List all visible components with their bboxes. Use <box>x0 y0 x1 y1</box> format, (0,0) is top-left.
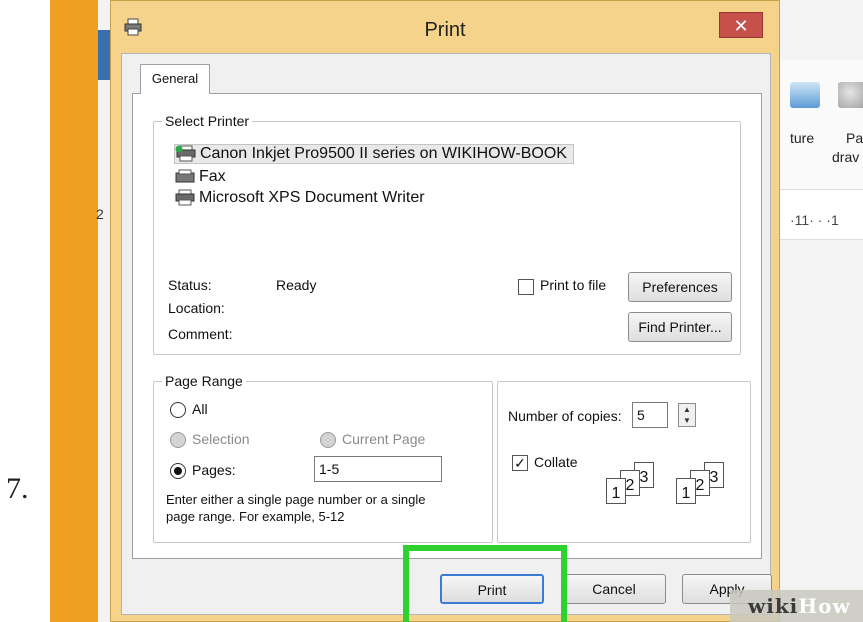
collate-page-1: 1 <box>676 478 696 504</box>
copies-spinner[interactable]: ▲ ▼ <box>678 403 696 427</box>
radio-current-page[interactable] <box>320 432 336 448</box>
collate-icon-set-1: 3 2 1 <box>606 462 666 512</box>
radio-all[interactable] <box>170 402 186 418</box>
network-printer-icon <box>175 145 196 162</box>
radio-current-page-label: Current Page <box>342 431 426 447</box>
step-number: 7. <box>6 472 29 505</box>
radio-selection-label: Selection <box>192 431 250 447</box>
printer-item-xps[interactable]: Microsoft XPS Document Writer <box>174 189 425 207</box>
ribbon-label-picture: ture <box>790 130 815 146</box>
page-range-group: Page Range All Selection Current Page Pa… <box>153 373 493 543</box>
dialog-title: Print <box>424 19 466 41</box>
status-label: Status: <box>168 277 212 293</box>
print-dialog: Print ✕ General Select Printer Canon Ink… <box>110 0 780 622</box>
ribbon-label-paint: Pai <box>846 130 863 146</box>
radio-pages[interactable] <box>170 463 186 479</box>
wikihow-watermark: wikiHow <box>730 590 863 622</box>
title-bar[interactable]: Print ✕ <box>111 9 779 51</box>
comment-label: Comment: <box>168 326 233 342</box>
select-printer-group: Select Printer Canon Inkjet Pro9500 II s… <box>153 113 741 355</box>
radio-selected-dot <box>174 467 182 475</box>
close-button[interactable]: ✕ <box>719 12 763 38</box>
pages-input[interactable]: 1-5 <box>314 456 442 482</box>
ruler-text: ·11· · ·1 <box>790 212 839 228</box>
printer-name-xps: Microsoft XPS Document Writer <box>199 189 425 206</box>
cancel-button[interactable]: Cancel <box>562 574 666 604</box>
select-printer-title: Select Printer <box>162 113 253 129</box>
radio-selection[interactable] <box>170 432 186 448</box>
copies-input[interactable]: 5 <box>632 402 668 428</box>
tab-general[interactable]: General <box>140 64 210 94</box>
paint-icon[interactable] <box>838 82 863 108</box>
background-toolbar-strip <box>98 30 110 80</box>
collate-checkbox[interactable]: ✓ <box>512 455 528 471</box>
ribbon-label-paint-2: drav <box>832 149 860 165</box>
highlight-box <box>403 545 567 622</box>
page-range-help-2: page range. For example, 5-12 <box>166 509 345 524</box>
collate-label: Collate <box>534 454 578 470</box>
radio-pages-label: Pages: <box>192 462 236 478</box>
desktop-background <box>50 0 98 622</box>
status-value: Ready <box>276 277 317 293</box>
general-tab-panel: Select Printer Canon Inkjet Pro9500 II s… <box>132 93 762 559</box>
print-to-file-label: Print to file <box>540 277 607 293</box>
find-printer-button[interactable]: Find Printer... <box>628 312 732 342</box>
copies-group: Number of copies: 5 ▲ ▼ ✓ Collate 3 2 1 3… <box>497 381 751 543</box>
picture-icon[interactable] <box>790 82 820 108</box>
location-label: Location: <box>168 300 225 316</box>
printer-item-fax[interactable]: Fax <box>174 168 226 186</box>
dialog-client-area: General Select Printer Canon Inkjet Pro9… <box>121 53 772 615</box>
printer-name-canon: Canon Inkjet Pro9500 II series on WIKIHO… <box>200 145 567 162</box>
preferences-button[interactable]: Preferences <box>628 272 732 302</box>
page-range-title: Page Range <box>162 373 246 389</box>
print-to-file-checkbox[interactable] <box>518 279 534 295</box>
background-line-number: 2 <box>96 206 104 222</box>
watermark-part1: wiki <box>748 594 799 618</box>
collate-icon-set-2: 3 2 1 <box>676 462 736 512</box>
printer-icon <box>175 189 195 206</box>
printer-item-canon[interactable]: Canon Inkjet Pro9500 II series on WIKIHO… <box>174 144 574 164</box>
collate-page-1: 1 <box>606 478 626 504</box>
page-range-help-1: Enter either a single page number or a s… <box>166 492 426 507</box>
watermark-part2: How <box>798 594 851 618</box>
copies-label: Number of copies: <box>508 408 622 424</box>
printer-name-fax: Fax <box>199 168 226 185</box>
fax-icon <box>175 169 195 183</box>
radio-all-label: All <box>192 401 208 417</box>
